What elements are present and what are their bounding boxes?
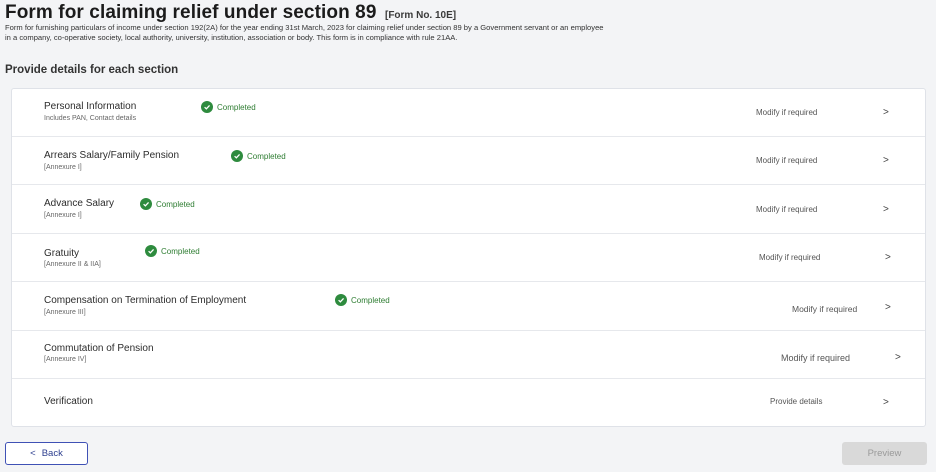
section-title: Arrears Salary/Family Pension xyxy=(44,150,180,161)
check-circle-icon xyxy=(140,198,152,210)
section-heading: Provide details for each section xyxy=(5,64,179,76)
modify-link[interactable]: Modify if required xyxy=(792,304,857,314)
back-button[interactable]: < Back xyxy=(5,442,88,465)
completed-badge: Completed xyxy=(145,245,200,257)
chevron-right-icon: > xyxy=(883,204,889,215)
chevron-right-icon: > xyxy=(883,155,889,166)
check-circle-icon xyxy=(335,294,347,306)
section-title: Verification xyxy=(44,396,93,407)
chevron-left-icon: < xyxy=(30,448,36,459)
modify-link[interactable]: Modify if required xyxy=(781,353,850,363)
section-title: Advance Salary xyxy=(44,198,115,209)
page-title-text: Form for claiming relief under section 8… xyxy=(5,2,377,23)
completed-badge: Completed xyxy=(335,294,390,306)
section-row-gratuity[interactable]: Gratuity Completed [Annexure II & IIA] M… xyxy=(12,234,925,282)
modify-link[interactable]: Modify if required xyxy=(756,108,817,117)
form-number: [Form No. 10E] xyxy=(384,10,457,21)
completed-badge: Completed xyxy=(201,101,256,113)
page-title: Form for claiming relief under section 8… xyxy=(5,2,456,24)
completed-badge: Completed xyxy=(140,198,195,210)
provide-details-link[interactable]: Provide details xyxy=(770,397,822,406)
section-row-commutation-pension[interactable]: Commutation of Pension [Annexure IV] Mod… xyxy=(12,331,925,379)
status-text: Completed xyxy=(156,199,195,209)
chevron-right-icon: > xyxy=(885,302,891,313)
chevron-right-icon: > xyxy=(883,397,889,408)
section-row-advance-salary[interactable]: Advance Salary Completed [Annexure I] Mo… xyxy=(12,185,925,234)
modify-link[interactable]: Modify if required xyxy=(756,205,817,214)
chevron-right-icon: > xyxy=(895,352,901,363)
modify-link[interactable]: Modify if required xyxy=(759,253,820,262)
section-title: Personal Information xyxy=(44,101,137,112)
check-circle-icon xyxy=(231,150,243,162)
section-row-verification[interactable]: Verification Provide details > xyxy=(12,379,925,426)
status-text: Completed xyxy=(351,295,390,305)
section-row-compensation[interactable]: Compensation on Termination of Employmen… xyxy=(12,282,925,331)
modify-link[interactable]: Modify if required xyxy=(756,156,817,165)
section-subtitle: [Annexure IV] xyxy=(44,356,87,363)
section-subtitle: [Annexure II & IIA] xyxy=(44,261,101,268)
chevron-right-icon: > xyxy=(883,107,889,118)
section-subtitle: Includes PAN, Contact details xyxy=(44,115,137,122)
status-text: Completed xyxy=(217,102,256,112)
check-circle-icon xyxy=(145,245,157,257)
chevron-right-icon: > xyxy=(885,252,891,263)
section-title: Compensation on Termination of Employmen… xyxy=(44,295,247,306)
back-button-label: Back xyxy=(41,448,63,459)
status-text: Completed xyxy=(247,151,286,161)
form-description: Form for furnishing particulars of incom… xyxy=(5,23,604,42)
section-title: Commutation of Pension xyxy=(44,343,154,354)
section-row-personal-information[interactable]: Personal Information Completed Includes … xyxy=(12,89,925,137)
completed-badge: Completed xyxy=(231,150,286,162)
section-row-arrears-salary[interactable]: Arrears Salary/Family Pension Completed … xyxy=(12,137,925,185)
preview-button[interactable]: Preview xyxy=(842,442,927,465)
section-subtitle: [Annexure III] xyxy=(44,309,86,316)
section-subtitle: [Annexure I] xyxy=(44,164,82,171)
section-title: Gratuity xyxy=(44,248,80,259)
section-subtitle: [Annexure I] xyxy=(44,212,82,219)
preview-button-label: Preview xyxy=(867,448,902,459)
form-10e-page: Form for claiming relief under section 8… xyxy=(0,0,936,472)
check-circle-icon xyxy=(201,101,213,113)
sections-card: Personal Information Completed Includes … xyxy=(11,88,926,427)
status-text: Completed xyxy=(161,246,200,256)
